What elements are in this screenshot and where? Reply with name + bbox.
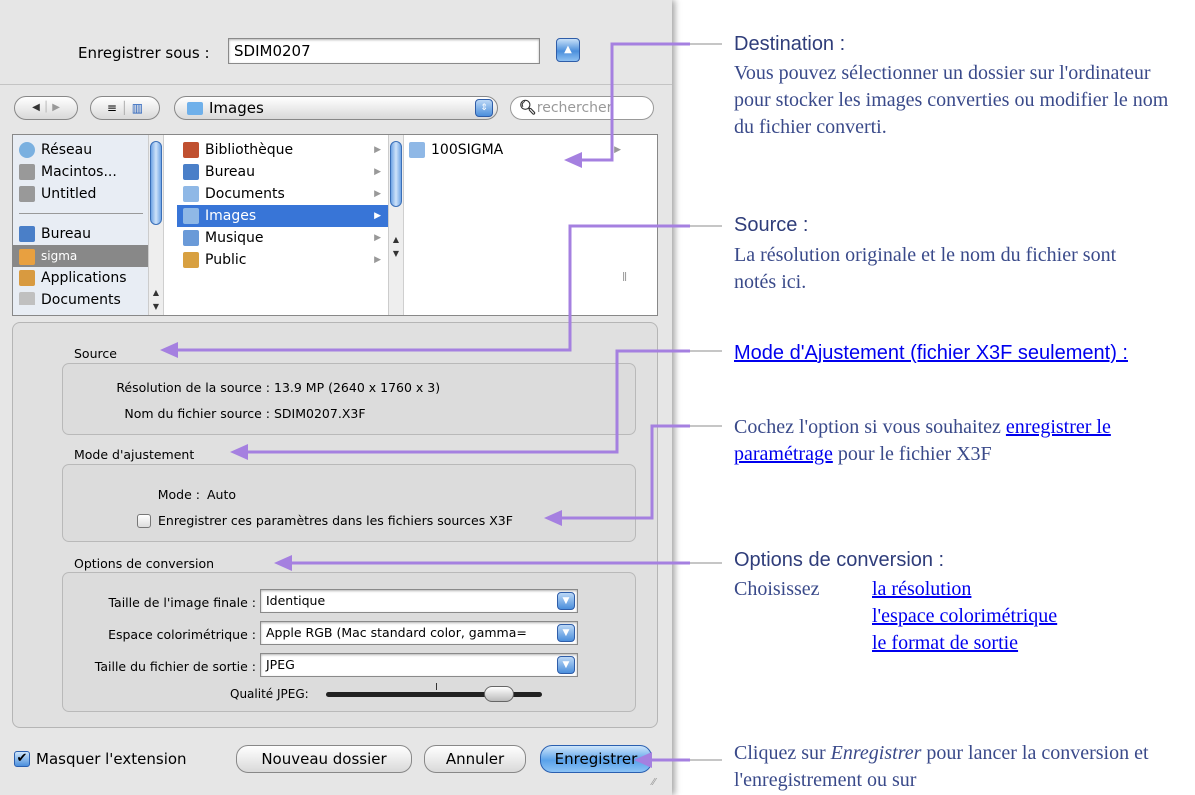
source-title: Source : (734, 214, 809, 236)
save-text: Cliquez sur Enregistrer pour lancer la c… (734, 740, 1164, 795)
destination-arrow (580, 42, 690, 162)
output-format-link-text[interactable]: le format de sortie (872, 632, 1018, 654)
mode-arrow (246, 349, 690, 454)
resolution-link[interactable]: la résolution (872, 576, 971, 603)
mode-text-before: Cochez l'option si vous souhaitez (734, 416, 1001, 438)
save-text-before: Cliquez sur (734, 742, 826, 764)
arrowhead (564, 152, 582, 168)
source-arrow (176, 224, 690, 352)
options-choose: Choisissez (734, 578, 820, 600)
mode-text-after: pour le fichier X3F (837, 443, 992, 465)
arrowhead (544, 510, 562, 526)
arrowhead (274, 555, 292, 571)
mode-text: Cochez l'option si vous souhaitez enregi… (734, 414, 1189, 468)
destination-text: Vous pouvez sélectionner un dossier sur … (734, 62, 1169, 138)
arrowhead (634, 752, 652, 768)
mode-link-text[interactable]: Mode d'Ajustement (fichier X3F seulement… (734, 342, 1128, 364)
arrowhead (230, 444, 248, 460)
colorspace-link-text[interactable]: l'espace colorimétrique (872, 605, 1057, 627)
colorspace-link[interactable]: l'espace colorimétrique (872, 603, 1057, 630)
destination-title: Destination : (734, 33, 846, 55)
output-format-link[interactable]: le format de sortie (872, 630, 1018, 657)
source-text: La résolution originale et le nom du fic… (734, 244, 1117, 293)
checkbox-arrow (560, 424, 690, 520)
options-title: Options de conversion : (734, 549, 945, 571)
arrowhead (160, 342, 178, 358)
mode-link[interactable]: Mode d'Ajustement (fichier X3F seulement… (734, 340, 1174, 366)
resolution-link-text[interactable]: la résolution (872, 578, 971, 600)
save-text-em: Enregistrer (830, 742, 922, 764)
